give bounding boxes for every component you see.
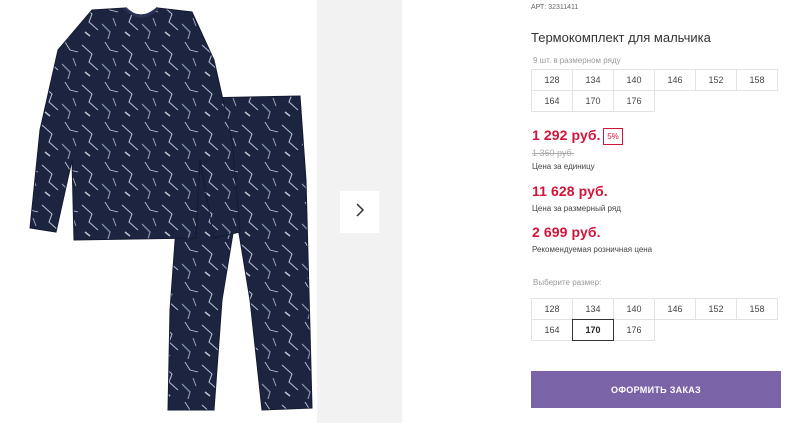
article-number: АРТ: 32311411 bbox=[531, 4, 578, 11]
chevron-right-icon bbox=[354, 202, 366, 223]
size-option[interactable]: 176 bbox=[613, 319, 655, 341]
size-option[interactable]: 146 bbox=[654, 298, 696, 320]
size-option[interactable]: 164 bbox=[531, 319, 573, 341]
size-option-selected[interactable]: 170 bbox=[572, 319, 614, 341]
size-option[interactable]: 152 bbox=[695, 298, 737, 320]
size-option[interactable]: 140 bbox=[613, 298, 655, 320]
article-label: АРТ: bbox=[531, 4, 547, 11]
unit-price-note: Цена за единицу bbox=[532, 162, 595, 171]
unit-price: 1 292 руб. bbox=[532, 127, 601, 143]
size-range-cell: 152 bbox=[695, 69, 737, 91]
size-range-cell: 176 bbox=[613, 90, 655, 112]
size-range-cell: 134 bbox=[572, 69, 614, 91]
size-range-cell: 140 bbox=[613, 69, 655, 91]
size-range-cell: 146 bbox=[654, 69, 696, 91]
discount-badge: 5% bbox=[603, 128, 623, 145]
size-option[interactable]: 158 bbox=[736, 298, 778, 320]
product-image[interactable] bbox=[0, 0, 317, 423]
size-picker-caption: Выберите размер: bbox=[533, 278, 602, 287]
old-price: 1 360 руб. bbox=[532, 148, 575, 158]
size-range-cell: 170 bbox=[572, 90, 614, 112]
order-button[interactable]: ОФОРМИТЬ ЗАКАЗ bbox=[531, 371, 781, 408]
size-picker-grid: 128 134 140 146 152 158 164 170 176 bbox=[531, 298, 781, 341]
article-value: 32311411 bbox=[548, 4, 579, 11]
size-option[interactable]: 134 bbox=[572, 298, 614, 320]
gallery-nav-panel bbox=[317, 0, 402, 423]
size-range-cell: 158 bbox=[736, 69, 778, 91]
size-range-cell: 128 bbox=[531, 69, 573, 91]
product-title: Термокомплект для мальчика bbox=[531, 30, 711, 45]
next-image-button[interactable] bbox=[340, 191, 379, 233]
retail-price: 2 699 руб. bbox=[532, 224, 601, 240]
size-range-caption: 9 шт. в размерном ряду bbox=[533, 56, 621, 65]
size-option[interactable]: 128 bbox=[531, 298, 573, 320]
range-price-note: Цена за размерный ряд bbox=[532, 204, 621, 213]
size-range-cell: 164 bbox=[531, 90, 573, 112]
size-range-grid: 128 134 140 146 152 158 164 170 176 bbox=[531, 69, 781, 112]
shirt-shape bbox=[29, 7, 241, 241]
retail-price-note: Рекомендуемая розничная цена bbox=[532, 245, 653, 254]
range-price: 11 628 руб. bbox=[532, 183, 608, 199]
